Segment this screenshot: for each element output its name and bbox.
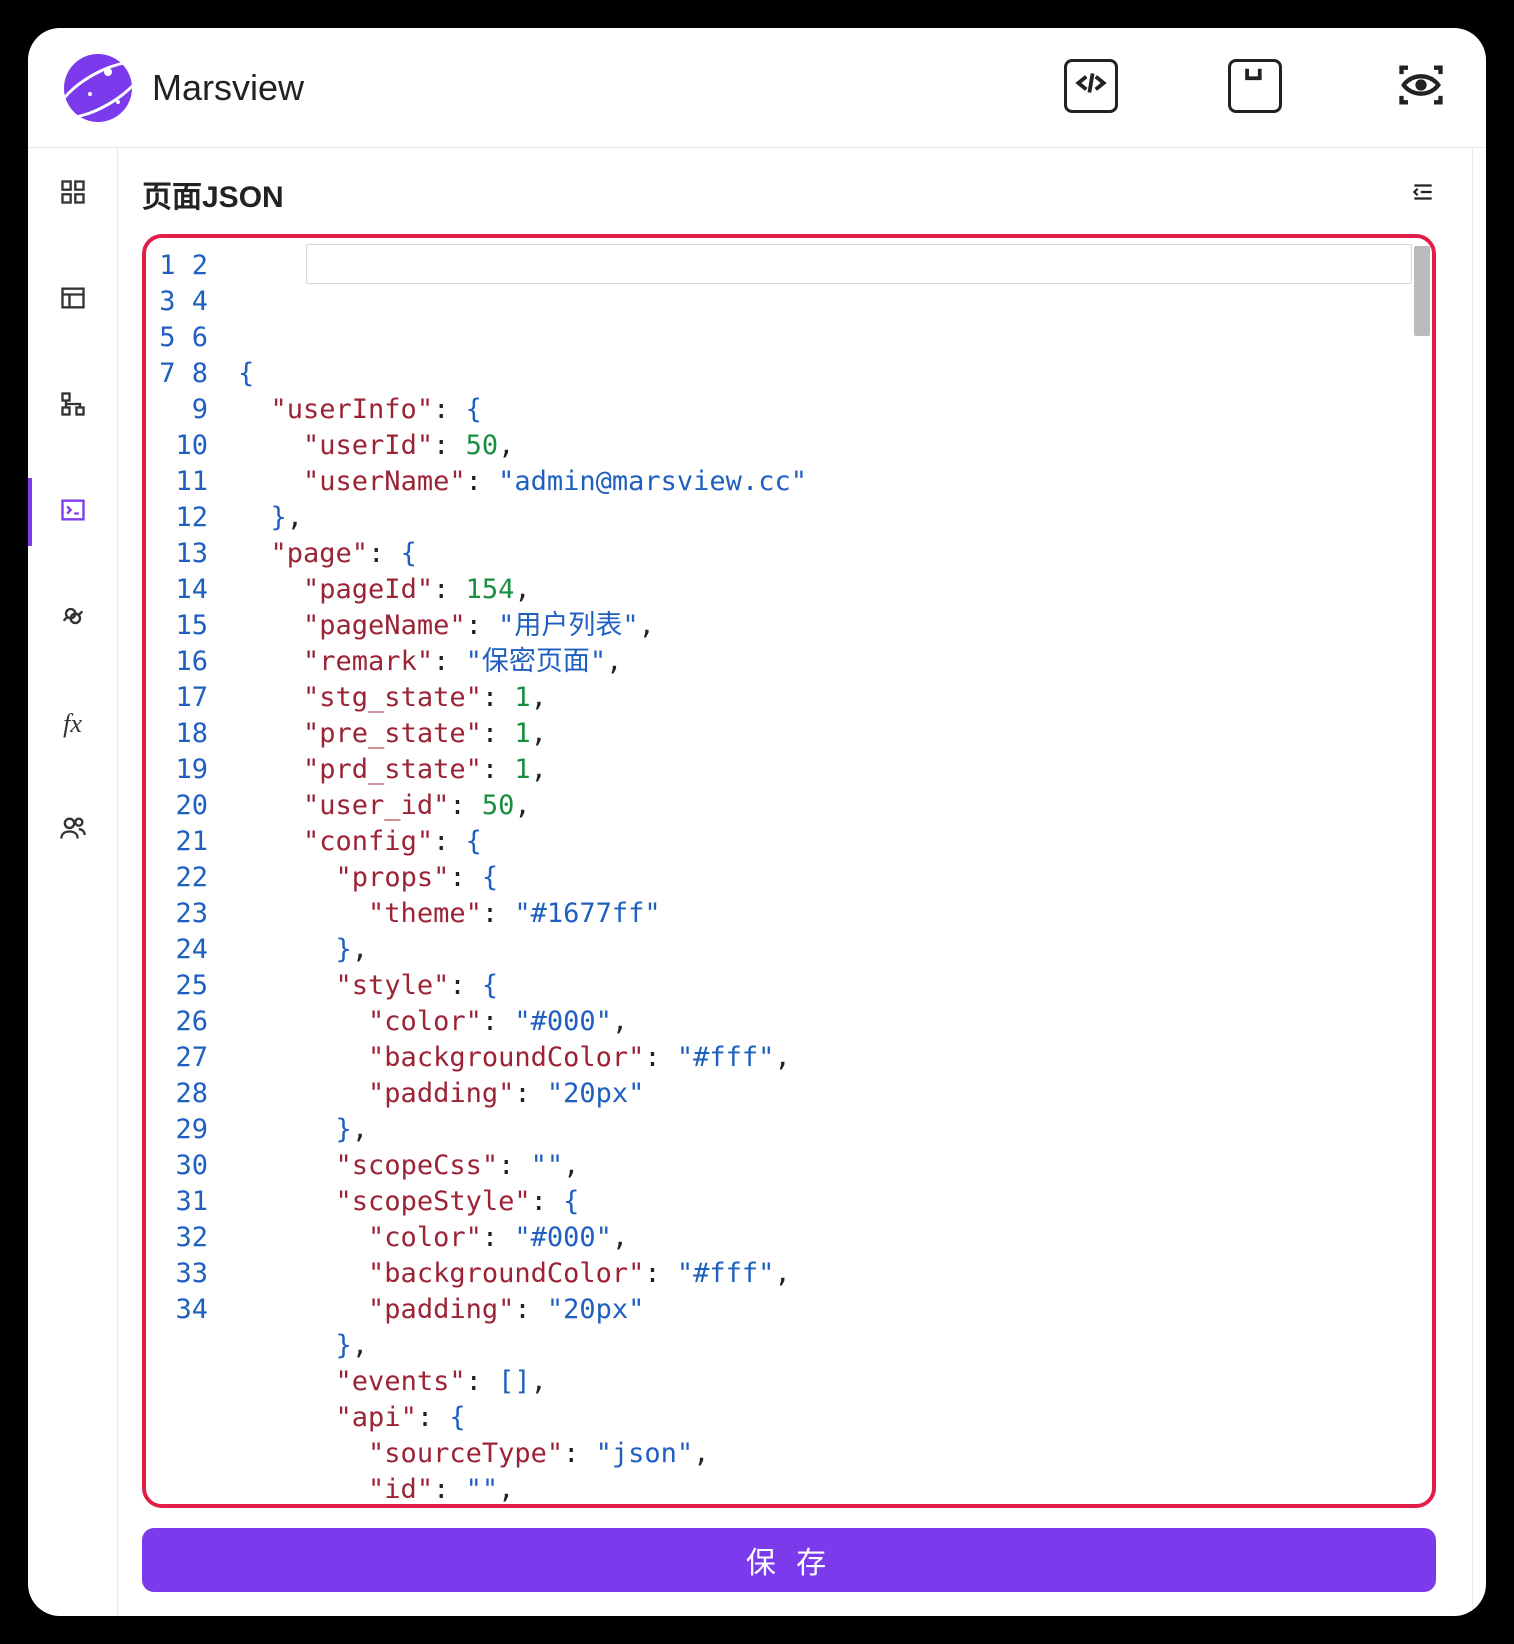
code-button[interactable] (1064, 59, 1118, 113)
fx-icon: fx (63, 709, 82, 739)
app-window: Marsview (28, 28, 1486, 1616)
collapse-button[interactable] (1410, 179, 1436, 210)
sidebar-item-fx[interactable]: fx (57, 708, 89, 740)
eye-scan-icon (1395, 59, 1447, 116)
sidebar-item-layout[interactable] (57, 284, 89, 316)
header-actions (1064, 59, 1450, 117)
save-file-button[interactable] (1228, 59, 1282, 113)
save-bar: 保 存 (142, 1528, 1436, 1592)
app-logo-icon (64, 54, 132, 122)
plug-icon (59, 602, 87, 635)
page-header: 页面JSON (142, 172, 1436, 216)
app-title: Marsview (152, 67, 304, 109)
right-panel-edge[interactable] (1472, 148, 1486, 1616)
save-icon (1236, 64, 1274, 107)
line-gutter: 1 2 3 4 5 6 7 8 9 10 11 12 13 14 15 16 1… (146, 238, 226, 1504)
sidebar-item-json[interactable] (57, 496, 89, 528)
outdent-icon (1410, 192, 1436, 209)
save-button[interactable]: 保 存 (142, 1528, 1436, 1592)
users-icon (59, 814, 87, 847)
sidebar: fx (28, 148, 118, 1616)
sidebar-item-api[interactable] (57, 602, 89, 634)
code-area[interactable]: { "userInfo": { "userId": 50, "userName"… (226, 238, 1432, 1504)
json-editor[interactable]: 1 2 3 4 5 6 7 8 9 10 11 12 13 14 15 16 1… (142, 234, 1436, 1508)
main: 页面JSON 1 2 3 4 5 6 7 8 9 10 11 12 13 14 … (118, 148, 1472, 1616)
tree-icon (59, 390, 87, 423)
sidebar-item-outline[interactable] (57, 390, 89, 422)
logo-wrap: Marsview (64, 54, 304, 122)
body: fx 页面JSON 1 2 3 4 5 6 7 8 9 10 11 12 13 … (28, 148, 1486, 1616)
page-title: 页面JSON (142, 172, 284, 216)
code-icon (1072, 64, 1110, 107)
header: Marsview (28, 28, 1486, 148)
current-line-highlight (306, 244, 1412, 284)
preview-button[interactable] (1392, 59, 1450, 117)
scrollbar-thumb[interactable] (1414, 246, 1430, 336)
terminal-icon (59, 496, 87, 529)
grid-icon (59, 178, 87, 211)
sidebar-item-components[interactable] (57, 178, 89, 210)
layout-icon (59, 284, 87, 317)
sidebar-item-members[interactable] (57, 814, 89, 846)
